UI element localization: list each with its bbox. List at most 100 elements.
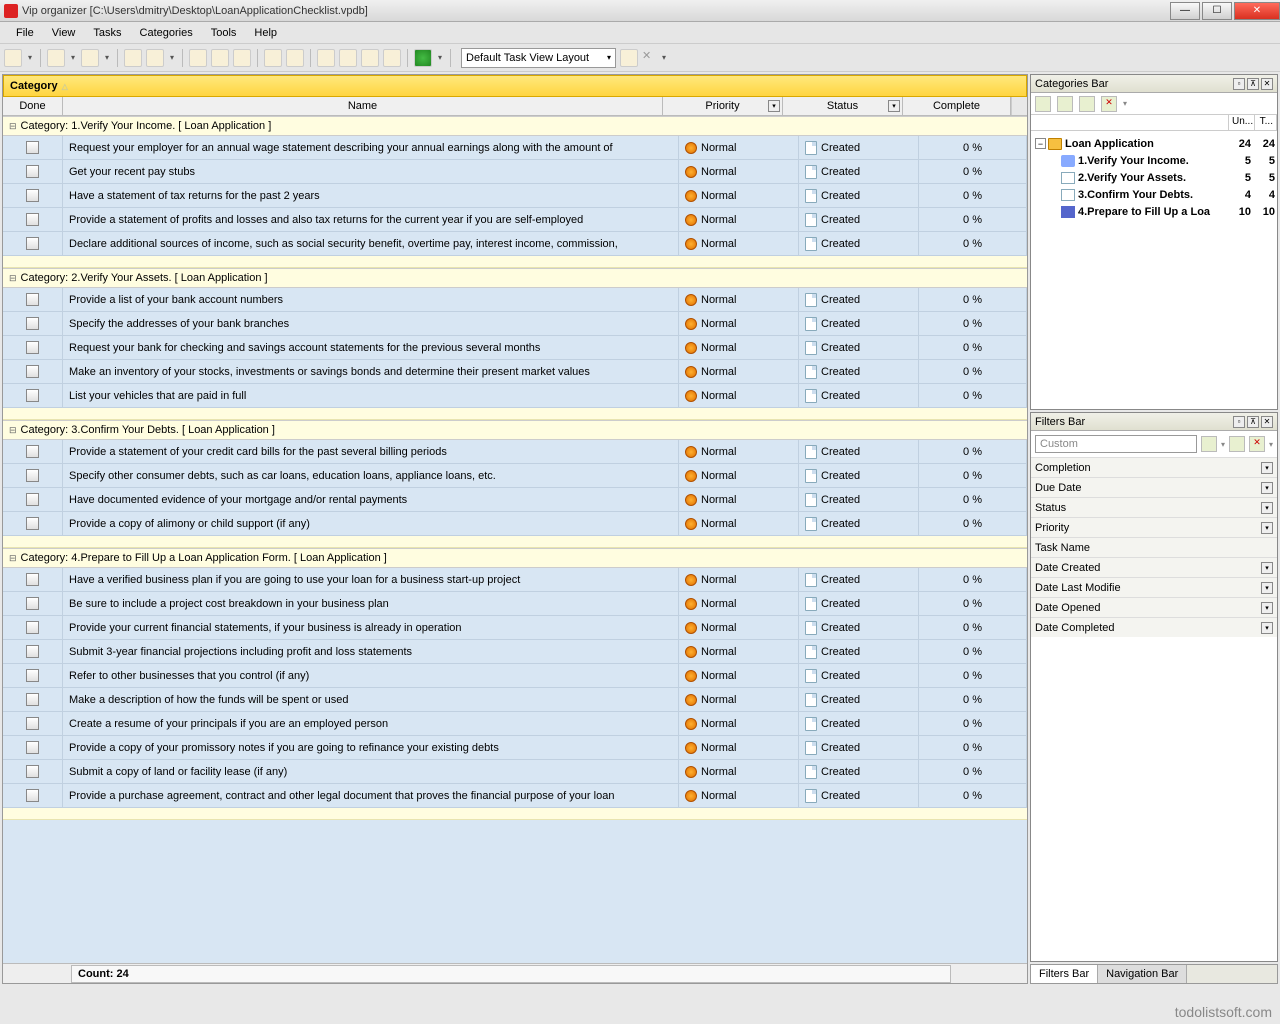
checkbox[interactable] bbox=[26, 469, 39, 482]
group-row[interactable]: ⊟Category: 1.Verify Your Income. [ Loan … bbox=[3, 116, 1027, 136]
tree-item[interactable]: 4.Prepare to Fill Up a Loa1010 bbox=[1033, 203, 1275, 220]
toolbar-button[interactable] bbox=[47, 49, 65, 67]
task-row[interactable]: Make an inventory of your stocks, invest… bbox=[3, 360, 1027, 384]
tool-icon[interactable] bbox=[1201, 436, 1217, 452]
restore-icon[interactable]: ▫ bbox=[1233, 78, 1245, 90]
checkbox[interactable] bbox=[26, 741, 39, 754]
collapse-icon[interactable]: ⊟ bbox=[9, 553, 17, 564]
checkbox[interactable] bbox=[26, 765, 39, 778]
checkbox[interactable] bbox=[26, 213, 39, 226]
checkbox[interactable] bbox=[26, 669, 39, 682]
filter-row[interactable]: Date Completed▾ bbox=[1031, 617, 1277, 637]
group-row[interactable]: ⊟Category: 4.Prepare to Fill Up a Loan A… bbox=[3, 548, 1027, 568]
filter-row[interactable]: Completion▾ bbox=[1031, 457, 1277, 477]
toolbar-button[interactable] bbox=[189, 49, 207, 67]
menu-categories[interactable]: Categories bbox=[132, 25, 201, 41]
checkbox[interactable] bbox=[26, 317, 39, 330]
menu-view[interactable]: View bbox=[44, 25, 84, 41]
task-row[interactable]: List your vehicles that are paid in full… bbox=[3, 384, 1027, 408]
task-row[interactable]: Submit a copy of land or facility lease … bbox=[3, 760, 1027, 784]
toolbar-button[interactable] bbox=[81, 49, 99, 67]
checkbox[interactable] bbox=[26, 445, 39, 458]
tab-navigation[interactable]: Navigation Bar bbox=[1098, 965, 1187, 983]
task-row[interactable]: Submit 3-year financial projections incl… bbox=[3, 640, 1027, 664]
checkbox[interactable] bbox=[26, 789, 39, 802]
collapse-icon[interactable]: ⊟ bbox=[9, 121, 17, 132]
col-complete[interactable]: Complete bbox=[903, 97, 1011, 115]
maximize-button[interactable]: ☐ bbox=[1202, 2, 1232, 20]
toolbar-button[interactable] bbox=[124, 49, 142, 67]
task-row[interactable]: Request your employer for an annual wage… bbox=[3, 136, 1027, 160]
checkbox[interactable] bbox=[26, 365, 39, 378]
restore-icon[interactable]: ▫ bbox=[1233, 416, 1245, 428]
checkbox[interactable] bbox=[26, 597, 39, 610]
checkbox[interactable] bbox=[26, 165, 39, 178]
filter-icon[interactable]: ▾ bbox=[768, 100, 780, 112]
collapse-icon[interactable]: ⊟ bbox=[9, 425, 17, 436]
dropdown-icon[interactable]: ▾ bbox=[1261, 582, 1273, 594]
close-icon[interactable]: ✕ bbox=[1261, 78, 1273, 90]
task-row[interactable]: Provide a copy of your promissory notes … bbox=[3, 736, 1027, 760]
task-row[interactable]: Specify other consumer debts, such as ca… bbox=[3, 464, 1027, 488]
checkbox[interactable] bbox=[26, 389, 39, 402]
dropdown-icon[interactable]: ▾ bbox=[103, 49, 111, 67]
task-row[interactable]: Be sure to include a project cost breakd… bbox=[3, 592, 1027, 616]
filter-row[interactable]: Date Last Modifie▾ bbox=[1031, 577, 1277, 597]
col-status[interactable]: Status▾ bbox=[783, 97, 903, 115]
task-row[interactable]: Get your recent pay stubsNormalCreated0 … bbox=[3, 160, 1027, 184]
checkbox[interactable] bbox=[26, 141, 39, 154]
close-button[interactable]: ✕ bbox=[1234, 2, 1280, 20]
dropdown-icon[interactable]: ▾ bbox=[1261, 502, 1273, 514]
checkbox[interactable] bbox=[26, 517, 39, 530]
tool-icon[interactable] bbox=[1057, 96, 1073, 112]
toolbar-button[interactable]: ✕ bbox=[642, 49, 656, 67]
tree-item[interactable]: 1.Verify Your Income.55 bbox=[1033, 152, 1275, 169]
group-row[interactable]: ⊟Category: 2.Verify Your Assets. [ Loan … bbox=[3, 268, 1027, 288]
collapse-icon[interactable]: ⊟ bbox=[9, 273, 17, 284]
filter-row[interactable]: Due Date▾ bbox=[1031, 477, 1277, 497]
task-row[interactable]: Have a statement of tax returns for the … bbox=[3, 184, 1027, 208]
menu-tools[interactable]: Tools bbox=[203, 25, 245, 41]
checkbox[interactable] bbox=[26, 645, 39, 658]
toolbar-button[interactable] bbox=[146, 49, 164, 67]
dropdown-icon[interactable]: ▾ bbox=[1261, 602, 1273, 614]
checkbox[interactable] bbox=[26, 341, 39, 354]
checkbox[interactable] bbox=[26, 693, 39, 706]
tree-item[interactable]: 2.Verify Your Assets.55 bbox=[1033, 169, 1275, 186]
task-row[interactable]: Provide a purchase agreement, contract a… bbox=[3, 784, 1027, 808]
filter-row[interactable]: Date Created▾ bbox=[1031, 557, 1277, 577]
filter-combo[interactable]: Custom bbox=[1035, 435, 1197, 453]
col-priority[interactable]: Priority▾ bbox=[663, 97, 783, 115]
layout-dropdown[interactable]: Default Task View Layout bbox=[461, 48, 616, 68]
group-row[interactable]: ⊟Category: 3.Confirm Your Debts. [ Loan … bbox=[3, 420, 1027, 440]
dropdown-icon[interactable]: ▾ bbox=[1261, 562, 1273, 574]
filter-row[interactable]: Task Name bbox=[1031, 537, 1277, 557]
dropdown-icon[interactable]: ▾ bbox=[1261, 462, 1273, 474]
dropdown-icon[interactable]: ▾ bbox=[1261, 522, 1273, 534]
task-row[interactable]: Specify the addresses of your bank branc… bbox=[3, 312, 1027, 336]
checkbox[interactable] bbox=[26, 493, 39, 506]
col-done[interactable]: Done bbox=[3, 97, 63, 115]
checkbox[interactable] bbox=[26, 189, 39, 202]
minimize-button[interactable]: — bbox=[1170, 2, 1200, 20]
tree-item[interactable]: 3.Confirm Your Debts.44 bbox=[1033, 186, 1275, 203]
delete-icon[interactable] bbox=[1101, 96, 1117, 112]
dropdown-icon[interactable]: ▾ bbox=[660, 49, 668, 67]
menu-file[interactable]: File bbox=[8, 25, 42, 41]
close-icon[interactable]: ✕ bbox=[1261, 416, 1273, 428]
dropdown-icon[interactable]: ▾ bbox=[69, 49, 77, 67]
toolbar-button[interactable] bbox=[620, 49, 638, 67]
checkbox[interactable] bbox=[26, 621, 39, 634]
task-row[interactable]: Have documented evidence of your mortgag… bbox=[3, 488, 1027, 512]
dropdown-icon[interactable]: ▾ bbox=[26, 49, 34, 67]
toolbar-button[interactable] bbox=[211, 49, 229, 67]
dropdown-icon[interactable]: ▾ bbox=[168, 49, 176, 67]
tool-icon[interactable] bbox=[1229, 436, 1245, 452]
tab-filters[interactable]: Filters Bar bbox=[1031, 965, 1098, 983]
toolbar-button[interactable] bbox=[383, 49, 401, 67]
toolbar-button[interactable] bbox=[414, 49, 432, 67]
task-row[interactable]: Declare additional sources of income, su… bbox=[3, 232, 1027, 256]
tool-icon[interactable] bbox=[1035, 96, 1051, 112]
dropdown-icon[interactable]: ▾ bbox=[1261, 622, 1273, 634]
task-row[interactable]: Have a verified business plan if you are… bbox=[3, 568, 1027, 592]
